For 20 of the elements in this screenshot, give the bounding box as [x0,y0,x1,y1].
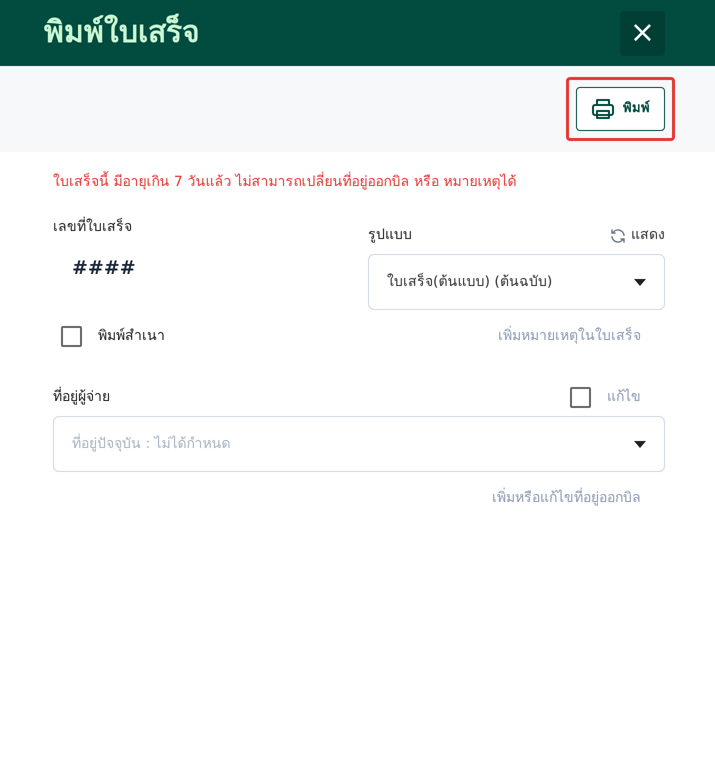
caret-icon [634,440,646,448]
close-button[interactable]: × [620,10,665,56]
warning-message: ใบเสร็จนี้ มีอายุเกิน 7 วันแล้ว ไม่สามารถเปลี่ยนที่อยู่ออกบิล หรือ หมายเหตุได้ [53,172,665,193]
checkbox[interactable] [570,387,591,408]
print-button[interactable]: พิมพ์ [576,87,665,131]
checkbox-label: พิมพ์สำเนา [98,326,165,346]
dialog-title: พิมพ์ใบเสร็จ [44,15,200,51]
receipt-number: #### [71,256,137,281]
printer-icon [591,97,615,121]
field-label: ที่อยู่ผู้จ่าย [53,387,110,408]
checkbox[interactable] [61,326,82,347]
show-link[interactable]: แสดง [609,225,665,246]
select-placeholder: ที่อยู่ปัจจุบัน : ไม่ได้กำหนด [72,434,231,454]
field-label: เลขที่ใบเสร็จ [53,217,368,238]
checkbox-label: แก้ไข [607,388,641,407]
field-label: รูปแบบ [368,226,412,245]
format-select[interactable]: ใบเสร็จ(ต้นแบบ) (ต้นฉบับ) [368,254,665,310]
refresh-icon [609,226,627,244]
select-value: ใบเสร็จ(ต้นแบบ) (ต้นฉบับ) [387,272,552,292]
caret-icon [634,278,646,286]
